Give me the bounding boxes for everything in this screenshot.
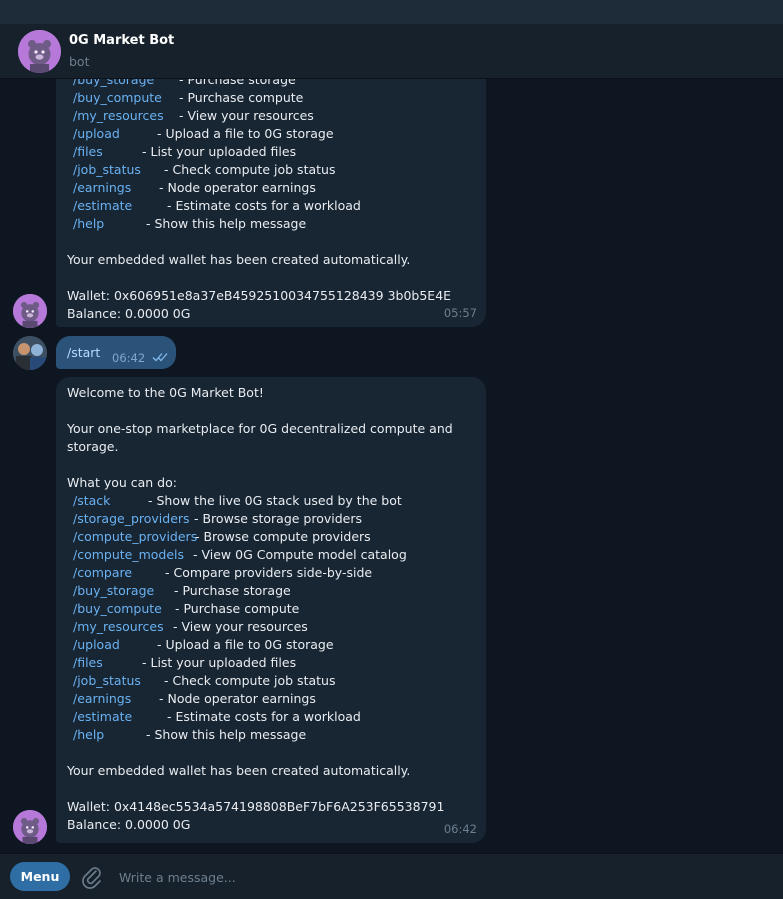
command-link[interactable]: /estimate: [67, 197, 167, 215]
command-line: /estimate - Estimate costs for a workload: [67, 197, 451, 215]
window-top-strip: [0, 0, 783, 24]
command-line: /help - Show this help message: [67, 215, 451, 233]
command-link[interactable]: /storage_providers: [67, 510, 194, 528]
command-line: /compute_providers- Browse compute provi…: [67, 528, 453, 546]
command-link[interactable]: /buy_storage: [67, 79, 179, 89]
message-time: 06:42: [443, 822, 477, 836]
command-line: /upload - Upload a file to 0G storage: [67, 636, 453, 654]
message-list[interactable]: /buy_storage - Purchase storage /buy_comp…: [0, 79, 783, 853]
command-link[interactable]: /help: [67, 215, 146, 233]
user-avatar[interactable]: [13, 336, 47, 370]
command-link[interactable]: /earnings: [67, 179, 159, 197]
command-link[interactable]: /estimate: [67, 708, 167, 726]
command-line: /upload - Upload a file to 0G storage: [67, 125, 451, 143]
command-link[interactable]: /buy_compute: [67, 600, 175, 618]
wallet-address: Wallet: 0x4148ec5534a574198808BeF7bF6A25…: [67, 799, 445, 814]
command-line: /buy_storage - Purchase storage: [67, 582, 453, 600]
wallet-note: Your embedded wallet has been created au…: [67, 763, 411, 778]
menu-button[interactable]: Menu: [10, 862, 70, 891]
command-link[interactable]: /help: [67, 726, 146, 744]
command-line: /stack - Show the live 0G stack used by t…: [67, 492, 453, 510]
wallet-balance: Balance: 0.0000 0G: [67, 306, 191, 321]
command-link[interactable]: /upload: [67, 125, 157, 143]
command-line: /job_status - Check compute job status: [67, 672, 453, 690]
command-line: /compute_models - View 0G Compute model c…: [67, 546, 453, 564]
command-link[interactable]: /compare: [67, 564, 165, 582]
wallet-balance: Balance: 0.0000 0G: [67, 817, 191, 832]
command-link[interactable]: /buy_compute: [67, 89, 179, 107]
command-link[interactable]: /job_status: [67, 672, 164, 690]
paperclip-icon[interactable]: [81, 865, 103, 889]
intro-text: storage.: [67, 439, 119, 454]
command-link[interactable]: /job_status: [67, 161, 164, 179]
message-input[interactable]: [112, 862, 752, 892]
command-link[interactable]: /my_resources: [67, 618, 173, 636]
command-link[interactable]: /buy_storage: [67, 582, 174, 600]
command-link[interactable]: /compute_models: [67, 546, 193, 564]
chat-title: 0G Market Bot: [69, 33, 175, 48]
double-check-icon: [152, 349, 170, 367]
chat-subtitle: bot: [69, 54, 90, 69]
command-line: /buy_compute - Purchase compute: [67, 89, 451, 107]
command-line: /files - List your uploaded files: [67, 143, 451, 161]
command-line: /my_resources - View your resources: [67, 107, 451, 125]
command-link[interactable]: /stack: [67, 492, 148, 510]
command-line: /job_status - Check compute job status: [67, 161, 451, 179]
command-line: /storage_providers - Browse storage provi…: [67, 510, 453, 528]
command-link[interactable]: /files: [67, 654, 142, 672]
welcome-text: Welcome to the 0G Market Bot!: [67, 385, 264, 400]
command-link[interactable]: /compute_providers: [67, 528, 197, 546]
bot-message: Welcome to the 0G Market Bot! Your one-s…: [56, 377, 486, 843]
command-line: /estimate - Estimate costs for a workload: [67, 708, 453, 726]
chat-header[interactable]: 0G Market Bot bot: [0, 24, 783, 79]
command-line: /buy_storage - Purchase storage: [67, 79, 451, 89]
command-link[interactable]: /files: [67, 143, 142, 161]
bot-avatar[interactable]: [18, 30, 61, 73]
command-line: /buy_compute - Purchase compute: [67, 600, 453, 618]
bot-avatar[interactable]: [13, 810, 47, 844]
command-link[interactable]: /upload: [67, 636, 157, 654]
command-line: /earnings - Node operator earnings: [67, 179, 451, 197]
command-link[interactable]: /my_resources: [67, 107, 179, 125]
composer-bar: Menu: [0, 853, 783, 899]
command-line: /earnings - Node operator earnings: [67, 690, 453, 708]
command-line: /files - List your uploaded files: [67, 654, 453, 672]
command-line: /compare - Compare providers side-by-side: [67, 564, 453, 582]
intro-text: Your one-stop marketplace for 0G decentr…: [67, 421, 453, 436]
bot-message: /buy_storage - Purchase storage /buy_comp…: [56, 79, 486, 327]
message-time: 06:42: [112, 351, 146, 365]
command-line: /help - Show this help message: [67, 726, 453, 744]
user-message: /start 06:42: [56, 336, 176, 369]
section-heading: What you can do:: [67, 475, 177, 490]
message-time: 05:57: [443, 306, 477, 320]
command-line: /my_resources - View your resources: [67, 618, 453, 636]
wallet-note: Your embedded wallet has been created au…: [67, 252, 411, 267]
command-link[interactable]: /earnings: [67, 690, 159, 708]
user-message-text[interactable]: /start: [67, 344, 100, 362]
bot-avatar[interactable]: [13, 294, 47, 328]
wallet-address: Wallet: 0x606951e8a37eB45925100347551284…: [67, 288, 452, 303]
